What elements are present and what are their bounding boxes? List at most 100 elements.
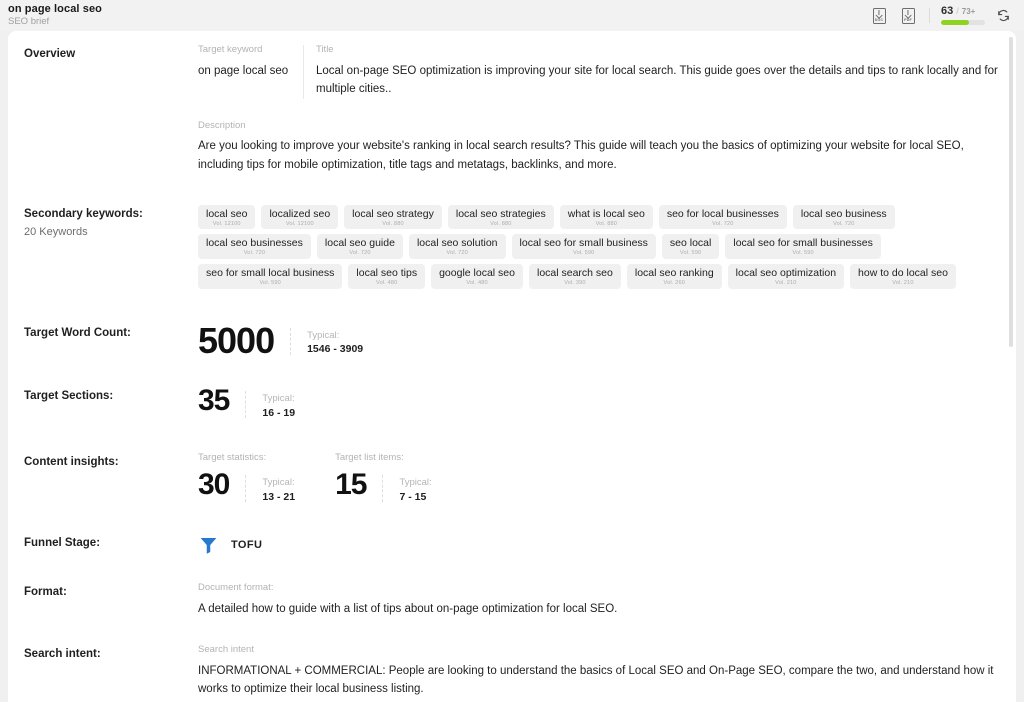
- content-insights-label: Content insights:: [24, 455, 119, 468]
- funnel-stage-content: TOFU: [198, 534, 1000, 556]
- score-separator: /: [956, 6, 959, 16]
- keyword-chip[interactable]: local seo strategy Vol. 880: [344, 204, 442, 230]
- keyword-chip[interactable]: google local seo Vol. 480: [431, 263, 523, 289]
- target-sections-content: 35 Typical: 16 - 19: [198, 383, 1000, 420]
- overview-section: Overview Target keyword on page local se…: [8, 31, 1016, 175]
- secondary-keywords-section: Secondary keywords: 20 Keywords local se…: [8, 204, 1016, 289]
- keyword-chip-name: local seo strategy: [352, 207, 434, 220]
- format-section: Format: Document format: A detailed how …: [8, 583, 1016, 618]
- score-current: 63: [941, 5, 954, 17]
- refresh-button[interactable]: [994, 7, 1012, 25]
- document-format-label: Document format:: [198, 582, 274, 594]
- funnel-stage-section: Funnel Stage: TOFU: [8, 534, 1016, 556]
- keyword-chip[interactable]: seo for local businesses Vol. 720: [658, 204, 787, 230]
- metric-divider: [245, 475, 247, 503]
- keyword-chip-volume: Vol. 480: [466, 280, 488, 287]
- target-word-count-value: 5000: [198, 319, 275, 361]
- keyword-chip[interactable]: seo local Vol. 590: [661, 234, 720, 259]
- keyword-chip-volume: Vol. 590: [573, 250, 595, 257]
- content-insights-content: Target statistics: 30 Typical: 13 - 21 T…: [198, 453, 1000, 504]
- keyword-chip-volume: Vol. 590: [259, 280, 281, 287]
- keyword-chip[interactable]: local seo solution Vol. 720: [408, 234, 506, 259]
- target-word-count-typical: Typical: 1546 - 3909: [307, 324, 363, 357]
- typical-label: Typical:: [262, 392, 295, 404]
- keyword-chip[interactable]: local seo guide Vol. 720: [316, 234, 403, 259]
- typical-label: Typical:: [307, 329, 340, 341]
- overview-content: Target keyword on page local seo Title L…: [198, 45, 1000, 175]
- keyword-chip[interactable]: local seo for small businesses Vol. 590: [725, 234, 881, 259]
- keyword-chip[interactable]: local seo business Vol. 720: [792, 204, 895, 230]
- keyword-chip-name: localized seo: [269, 207, 331, 220]
- target-list-items-value: 15: [335, 468, 367, 502]
- vertical-scrollbar[interactable]: [1009, 37, 1013, 347]
- refresh-icon: [997, 9, 1009, 22]
- typical-range: 1546 - 3909: [307, 343, 364, 356]
- target-keyword-label: Target keyword: [198, 44, 263, 55]
- keyword-chip-volume: Vol. 720: [446, 250, 468, 257]
- keyword-chip-volume: Vol. 390: [564, 280, 586, 287]
- keyword-chip-name: seo for local businesses: [666, 207, 779, 220]
- target-word-count-section: Target Word Count: 5000 Typical: 1546 - …: [8, 319, 1016, 361]
- keyword-chip[interactable]: seo for small local business Vol. 590: [198, 263, 343, 289]
- target-statistics-value: 30: [198, 468, 230, 502]
- search-intent-section: Search intent: Search intent INFORMATION…: [8, 645, 1016, 699]
- description-value: Are you looking to improve your website'…: [198, 140, 964, 171]
- header-titles: on page local seo SEO brief: [8, 3, 102, 28]
- header-divider: [929, 8, 930, 23]
- keyword-chip-name: local seo business: [800, 207, 887, 220]
- keyword-chip-name: how to do local seo: [858, 266, 948, 279]
- export-doc-label: DOC: [874, 18, 884, 23]
- keyword-chip[interactable]: local seo optimization Vol. 210: [727, 263, 845, 289]
- brief-scroll-area[interactable]: Overview Target keyword on page local se…: [8, 31, 1016, 702]
- score-goal: 73+: [961, 7, 976, 16]
- keyword-chip-volume: Vol. 720: [712, 220, 734, 227]
- keyword-chip-name: google local seo: [439, 266, 515, 279]
- document-format-value: A detailed how to guide with a list of t…: [198, 602, 618, 615]
- keyword-chip[interactable]: what is local seo Vol. 880: [559, 204, 653, 230]
- keyword-chip-volume: Vol. 260: [663, 280, 685, 287]
- target-word-count-content: 5000 Typical: 1546 - 3909: [198, 319, 1000, 361]
- keyword-chip[interactable]: local search seo Vol. 390: [528, 263, 621, 289]
- title-block: Title Local on-page SEO optimization is …: [316, 45, 1000, 99]
- search-intent-content: Search intent INFORMATIONAL + COMMERCIAL…: [198, 645, 1000, 699]
- search-intent-field-label: Search intent: [198, 644, 254, 656]
- keyword-chip-volume: Vol. 12100: [212, 220, 241, 227]
- brief-card: Overview Target keyword on page local se…: [8, 31, 1016, 702]
- keyword-chip-name: local seo strategies: [455, 207, 546, 220]
- keyword-chip[interactable]: local seo ranking Vol. 260: [626, 263, 722, 289]
- keyword-chip[interactable]: local seo tips Vol. 480: [348, 263, 426, 289]
- keyword-chip[interactable]: how to do local seo Vol. 210: [850, 263, 956, 289]
- keyword-chip-name: local seo for small business: [519, 237, 648, 250]
- description-block: Description Are you looking to improve y…: [198, 121, 1000, 175]
- export-pdf-button[interactable]: PDF: [898, 6, 918, 26]
- keyword-chip[interactable]: local seo businesses Vol. 720: [198, 234, 311, 259]
- keyword-chip[interactable]: local seo for small business Vol. 590: [511, 234, 656, 259]
- keyword-chip-volume: Vol. 720: [243, 250, 266, 257]
- score-progress-bar: [941, 20, 985, 25]
- keyword-chip-volume: Vol. 590: [679, 250, 702, 257]
- keyword-chip-volume: Vol. 880: [382, 220, 404, 227]
- keyword-chip-name: local search seo: [536, 266, 613, 279]
- keyword-chip-volume: Vol. 210: [775, 280, 797, 287]
- overview-label: Overview: [24, 48, 76, 60]
- keyword-chip-name: local seo: [206, 207, 248, 220]
- keyword-chip[interactable]: local seo strategies Vol. 880: [447, 204, 554, 230]
- target-sections-section: Target Sections: 35 Typical: 16 - 19: [8, 383, 1016, 420]
- format-content: Document format: A detailed how to guide…: [198, 583, 1000, 618]
- keyword-chip-list: local seo Vol. 12100 localized seo Vol. 121…: [198, 204, 1000, 289]
- target-list-items-block: Target list items: 15 Typical: 7 - 15: [335, 453, 432, 504]
- keyword-chip-name: local seo for small businesses: [733, 237, 873, 250]
- target-sections-value: 35: [198, 383, 230, 417]
- metric-divider: [382, 475, 384, 503]
- secondary-keywords-content: local seo Vol. 12100 localized seo Vol. 121…: [198, 204, 1000, 289]
- title-value: Local on-page SEO optimization is improv…: [316, 64, 998, 96]
- keyword-chip[interactable]: localized seo Vol. 12100: [261, 204, 339, 230]
- download-doc-icon: DOC: [872, 7, 886, 24]
- keyword-chip-name: local seo businesses: [206, 237, 303, 250]
- secondary-keywords-count: 20 Keywords: [24, 225, 88, 238]
- keyword-chip[interactable]: local seo Vol. 12100: [198, 204, 256, 230]
- secondary-keywords-title: Secondary keywords:: [24, 207, 143, 220]
- keyword-chip-volume: Vol. 210: [892, 280, 914, 287]
- search-intent-value: INFORMATIONAL + COMMERCIAL: People are l…: [198, 664, 994, 696]
- export-doc-button[interactable]: DOC: [869, 6, 889, 26]
